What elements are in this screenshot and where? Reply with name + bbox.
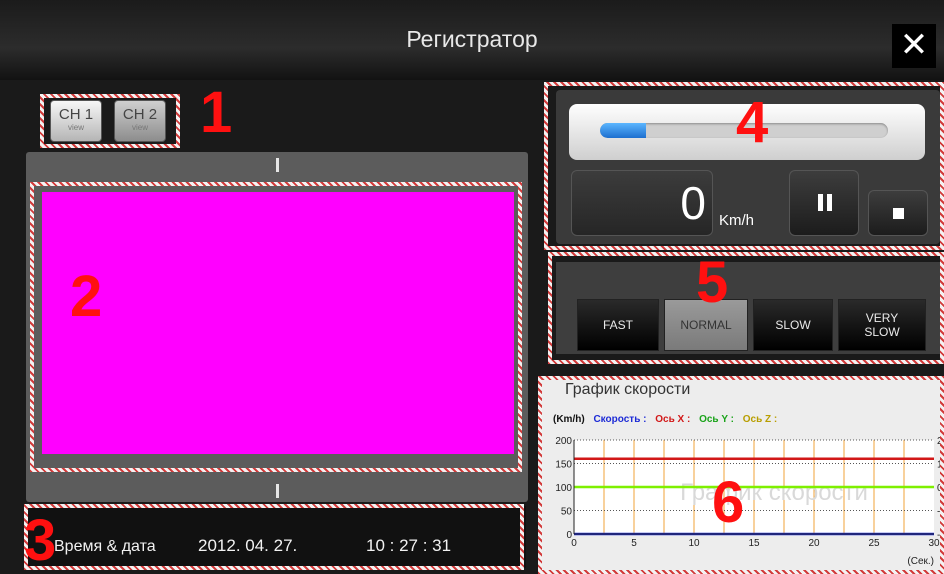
- datetime-label: Время & дата: [54, 538, 156, 555]
- close-icon[interactable]: ✕: [892, 24, 936, 68]
- legend-axis-y: Ось Y :: [699, 414, 734, 425]
- speed-fast-button[interactable]: FAST: [577, 299, 659, 351]
- channel-2-button[interactable]: CH 2 view: [114, 100, 166, 142]
- time-value: 10 : 27 : 31: [366, 536, 452, 555]
- video-top-marker: [276, 158, 279, 172]
- chart-x-tick-label: 25: [868, 538, 880, 549]
- datetime-bar: Время & дата 2012. 04. 27. 10 : 27 : 31: [26, 506, 526, 568]
- chart-title: График скорости: [565, 381, 691, 398]
- date-value: 2012. 04. 27.: [198, 536, 298, 555]
- channel-2-label: CH 2: [122, 106, 158, 123]
- channel-1-button[interactable]: CH 1 view: [50, 100, 102, 142]
- chart-y-unit: (Km/h): [553, 414, 585, 425]
- callout-number-6: 6: [712, 470, 745, 535]
- callout-number-2: 2: [70, 264, 103, 329]
- callout-number-3: 3: [24, 508, 57, 573]
- chart-y2-tick-label: 2: [937, 436, 943, 447]
- speed-very-slow-button[interactable]: VERY SLOW: [838, 299, 926, 351]
- window-title: Регистратор: [406, 26, 538, 52]
- channel-1-sublabel: view: [67, 123, 84, 132]
- chart-y-tick-label: 200: [555, 436, 572, 447]
- chart-y2-tick-label: 1: [937, 460, 943, 471]
- stop-button[interactable]: [868, 190, 928, 236]
- chart-x-tick-label: 20: [808, 538, 820, 549]
- legend-axis-z: Ось Z :: [742, 414, 778, 425]
- speed-slow-button[interactable]: SLOW: [753, 299, 833, 351]
- chart-y-tick-label: 50: [561, 507, 573, 518]
- chart-legend: (Km/h) Скорость : Ось X : Ось Y : Ось Z …: [553, 414, 783, 425]
- pause-icon: [818, 194, 832, 211]
- chart-x-tick-label: 15: [748, 538, 760, 549]
- chart-x-tick-label: 30: [928, 538, 940, 549]
- speed-unit: Km/h: [719, 212, 755, 229]
- chart-x-tick-label: 5: [631, 538, 637, 549]
- channel-2-sublabel: view: [131, 123, 148, 132]
- callout-number-4: 4: [736, 90, 769, 155]
- chart-x-axis-label: (Сек.): [907, 556, 934, 567]
- chart-y-tick-label: 150: [555, 460, 572, 471]
- chart-x-tick-label: 10: [688, 538, 700, 549]
- video-area[interactable]: [42, 192, 514, 454]
- chart-x-tick-label: 0: [571, 538, 577, 549]
- callout-number-1: 1: [200, 80, 233, 145]
- legend-axis-x: Ось X :: [655, 414, 691, 425]
- legend-speed: Скорость :: [593, 414, 647, 425]
- channel-1-label: CH 1: [58, 106, 94, 123]
- stop-icon: [893, 208, 904, 219]
- video-bottom-marker: [276, 484, 279, 498]
- callout-number-5: 5: [696, 250, 729, 315]
- chart-y-tick-label: 100: [555, 483, 572, 494]
- pause-button[interactable]: [789, 170, 859, 236]
- title-bar: Регистратор ✕: [0, 0, 944, 80]
- chart-y2-tick-label: 0: [937, 483, 943, 494]
- speed-value: 0: [680, 177, 706, 229]
- chart-y2-tick-label: -1: [937, 507, 944, 518]
- progress-fill: [600, 123, 647, 138]
- chart-watermark: График скорости: [680, 479, 868, 506]
